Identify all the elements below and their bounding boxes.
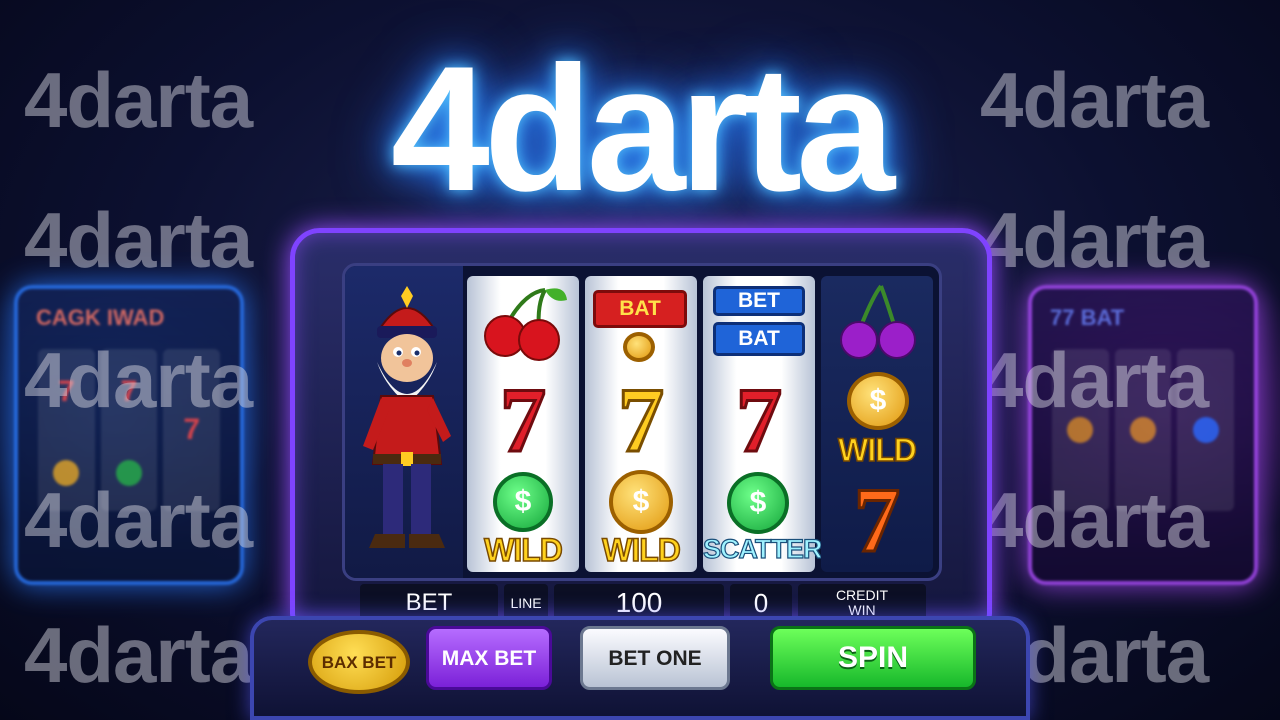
watermark: 4darta <box>24 56 253 144</box>
bg-machine-right-title: 77 BAT <box>1050 305 1125 330</box>
watermark: 4darta <box>980 336 1209 424</box>
dollar-coin-icon: $ <box>493 472 553 532</box>
bg-machine-left-title: CAGK IWAD <box>36 305 165 330</box>
seven-symbol: 7 <box>735 369 784 471</box>
purple-cherry-icon <box>840 284 916 359</box>
bet-one-button[interactable]: BET ONE <box>580 626 730 690</box>
spin-button[interactable]: SPIN <box>770 626 976 690</box>
bat-plate: BAT <box>593 290 687 328</box>
wild-label: WILD <box>483 531 563 569</box>
reel-3: BET BAT 7 $ SCATTER <box>702 276 823 572</box>
gold-coin-icon <box>623 332 655 362</box>
wild-label: WILD <box>837 431 917 469</box>
slot-machine-cabinet: 7 $ WILD BAT 7 $ WILD BET BAT 7 $ SCATTE… <box>290 228 992 624</box>
bet-plate: BET <box>713 286 805 316</box>
button-deck: BAX BET MAX BET BET ONE SPIN <box>250 616 1030 720</box>
watermark: 4darta <box>24 611 253 699</box>
reel-4: $ WILD 7 <box>821 276 933 572</box>
seven-symbol: 7 <box>499 369 548 471</box>
captain-character-icon <box>363 286 451 548</box>
dollar-coin-icon: $ <box>609 470 673 534</box>
watermark: 4darta <box>980 196 1209 284</box>
watermark: 4darta <box>980 476 1209 564</box>
wild-label: WILD <box>601 531 681 569</box>
reel-1: 7 $ WILD <box>467 276 579 572</box>
seven-symbol: 7 <box>617 369 666 471</box>
dollar-coin-icon: $ <box>727 472 789 534</box>
watermark: 4darta <box>24 196 253 284</box>
max-bet-gold-button[interactable]: BAX BET <box>308 630 410 694</box>
watermark: 4darta <box>24 336 253 424</box>
cherry-icon <box>484 288 567 361</box>
reel-2: BAT 7 $ WILD <box>585 276 697 572</box>
watermark: 4darta <box>24 476 253 564</box>
watermark: 4darta <box>980 56 1209 144</box>
credit-label: CREDIT <box>835 586 889 603</box>
max-bet-button[interactable]: MAX BET <box>426 626 552 690</box>
character-panel <box>345 266 463 578</box>
scatter-label: SCATTER <box>702 533 823 564</box>
brand-logo: 4darta <box>390 29 895 228</box>
dollar-coin-icon: $ <box>847 372 909 430</box>
seven-symbol: 7 <box>853 469 902 571</box>
reel-screen: 7 $ WILD BAT 7 $ WILD BET BAT 7 $ SCATTE… <box>342 263 942 581</box>
bat-plate: BAT <box>713 322 805 356</box>
